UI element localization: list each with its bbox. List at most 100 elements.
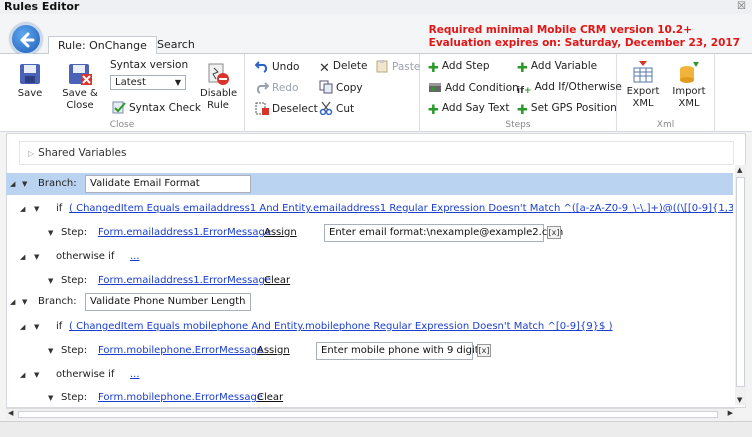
undo-label: Undo bbox=[272, 61, 300, 73]
add-condition-button[interactable]: Add Condition bbox=[428, 80, 519, 95]
syntax-check-label: Syntax Check bbox=[129, 102, 201, 114]
version-notice: Required minimal Mobile CRM version 10.2… bbox=[429, 24, 740, 50]
collapse-icon[interactable]: ◢ bbox=[20, 316, 25, 338]
window-close-icon[interactable]: ☒ bbox=[737, 0, 746, 14]
branch-row[interactable]: ◢ ▼ Branch: Validate Phone Number Length bbox=[6, 291, 733, 313]
xml-group-label: Xml bbox=[656, 120, 675, 130]
horizontal-scrollbar[interactable]: ◀ ▶ bbox=[6, 408, 735, 420]
clear-value-button[interactable]: [x] bbox=[547, 226, 561, 239]
save-close-label-1: Save & bbox=[62, 88, 98, 99]
if-label: if bbox=[56, 321, 63, 332]
vertical-scroll-thumb[interactable] bbox=[736, 177, 745, 387]
cut-button[interactable]: Cut bbox=[319, 101, 354, 116]
syntax-version-label: Syntax version bbox=[110, 59, 189, 71]
step-target-link[interactable]: Form.mobilephone.ErrorMessage bbox=[98, 340, 263, 362]
branch-name-input[interactable]: Validate Email Format bbox=[85, 175, 251, 193]
shared-variables-expander[interactable]: ▷ Shared Variables bbox=[19, 141, 734, 165]
copy-icon bbox=[319, 80, 333, 94]
scroll-up-icon[interactable]: ▲ bbox=[737, 166, 742, 174]
condition-link[interactable]: ( ChangedItem Equals mobilephone And Ent… bbox=[69, 316, 612, 338]
paste-label: Paste bbox=[392, 61, 421, 73]
chevron-down-icon[interactable]: ▼ bbox=[34, 316, 39, 338]
collapse-icon[interactable]: ◢ bbox=[10, 173, 15, 195]
add-variable-button[interactable]: ✚ Add Variable bbox=[517, 59, 597, 76]
tab-search[interactable]: Search bbox=[148, 36, 204, 54]
chevron-down-icon[interactable]: ▼ bbox=[22, 173, 27, 195]
chevron-down-icon[interactable]: ▼ bbox=[48, 387, 53, 408]
step-row[interactable]: ▼ Step: Form.mobilephone.ErrorMessage Cl… bbox=[6, 387, 733, 408]
if-row[interactable]: ◢ ▼ if ( ChangedItem Equals emailaddress… bbox=[6, 198, 733, 220]
scroll-down-icon[interactable]: ▼ bbox=[737, 396, 742, 404]
redo-icon bbox=[256, 82, 269, 94]
deselect-button[interactable]: Deselect bbox=[255, 101, 318, 116]
branch-row[interactable]: ◢ ▼ Branch: Validate Email Format bbox=[6, 173, 733, 195]
otherwise-condition-link[interactable]: ... bbox=[130, 364, 140, 386]
undo-icon bbox=[255, 61, 268, 73]
save-close-button[interactable]: Save & Close bbox=[60, 62, 100, 112]
otherwise-condition-link[interactable]: ... bbox=[130, 246, 140, 268]
step-row[interactable]: ▼ Step: Form.mobilephone.ErrorMessage As… bbox=[6, 340, 733, 362]
otherwise-row[interactable]: ◢ ▼ otherwise if ... bbox=[6, 364, 733, 386]
save-button[interactable]: Save bbox=[14, 62, 46, 100]
step-target-link[interactable]: Form.mobilephone.ErrorMessage bbox=[98, 387, 263, 408]
delete-button[interactable]: ✕ Delete bbox=[319, 59, 367, 76]
chevron-down-icon[interactable]: ▼ bbox=[48, 222, 53, 244]
chevron-down-icon[interactable]: ▼ bbox=[22, 291, 27, 313]
scroll-right-icon[interactable]: ▶ bbox=[728, 409, 733, 417]
vertical-scrollbar[interactable]: ▲ ▼ bbox=[735, 165, 746, 405]
notice-version: Required minimal Mobile CRM version 10.2… bbox=[428, 24, 692, 36]
disable-rule-button[interactable]: Disable Rule bbox=[200, 62, 237, 112]
paste-button[interactable]: Paste bbox=[375, 59, 420, 74]
chevron-down-icon[interactable]: ▼ bbox=[48, 270, 53, 292]
step-target-link[interactable]: Form.emailaddress1.ErrorMessage bbox=[98, 222, 271, 244]
collapse-icon[interactable]: ◢ bbox=[10, 291, 15, 313]
chevron-down-icon[interactable]: ▼ bbox=[34, 364, 39, 386]
collapse-icon[interactable]: ◢ bbox=[20, 246, 25, 268]
step-row[interactable]: ▼ Step: Form.emailaddress1.ErrorMessage … bbox=[6, 270, 733, 292]
step-value-input[interactable]: Enter mobile phone with 9 digits! bbox=[316, 342, 488, 360]
step-value-input[interactable]: Enter email format:\nexample@example2.co… bbox=[324, 224, 563, 242]
chevron-down-icon[interactable]: ▼ bbox=[34, 198, 39, 220]
paste-icon bbox=[376, 60, 388, 73]
tab-rule-onchange[interactable]: Rule: OnChange bbox=[48, 36, 157, 55]
back-button[interactable] bbox=[10, 23, 42, 55]
syntax-version-select[interactable]: Latest ▼ bbox=[110, 75, 186, 90]
import-xml-button[interactable]: Import XML bbox=[671, 60, 707, 110]
shared-variables-label: Shared Variables bbox=[38, 147, 127, 159]
condition-link[interactable]: ( ChangedItem Equals emailaddress1 And E… bbox=[69, 198, 733, 220]
import-xml-label-2: XML bbox=[678, 98, 700, 109]
export-xml-label-2: XML bbox=[632, 98, 654, 109]
step-action-link[interactable]: Assign bbox=[257, 340, 290, 362]
export-xml-button[interactable]: Export XML bbox=[625, 60, 661, 110]
top-bar: Rule: OnChange Search Required minimal M… bbox=[0, 14, 752, 55]
syntax-check-button[interactable]: Syntax Check bbox=[112, 100, 201, 115]
edit-group: Undo Redo Deselect ✕ Delete Copy Cut Past… bbox=[245, 54, 420, 132]
step-action-link[interactable]: Clear bbox=[257, 387, 283, 408]
copy-button[interactable]: Copy bbox=[319, 80, 363, 95]
chevron-down-icon[interactable]: ▼ bbox=[34, 246, 39, 268]
back-arrow-icon bbox=[20, 32, 35, 48]
otherwise-row[interactable]: ◢ ▼ otherwise if ... bbox=[6, 246, 733, 268]
syntax-check-icon bbox=[112, 101, 126, 114]
set-gps-position-button[interactable]: ✚ Set GPS Position bbox=[517, 101, 617, 118]
step-target-link[interactable]: Form.emailaddress1.ErrorMessage bbox=[98, 270, 271, 292]
scroll-left-icon[interactable]: ◀ bbox=[8, 409, 13, 417]
chevron-down-icon[interactable]: ▼ bbox=[48, 340, 53, 362]
delete-icon: ✕ bbox=[319, 61, 330, 76]
if-row[interactable]: ◢ ▼ if ( ChangedItem Equals mobilephone … bbox=[6, 316, 733, 338]
step-action-link[interactable]: Assign bbox=[264, 222, 297, 244]
add-step-button[interactable]: ✚ Add Step bbox=[428, 59, 489, 76]
clear-value-button[interactable]: [x] bbox=[477, 344, 491, 357]
collapse-icon[interactable]: ◢ bbox=[20, 198, 25, 220]
add-if-otherwise-button[interactable]: if+ Add If/Otherwise bbox=[517, 80, 622, 98]
add-say-text-button[interactable]: ✚ Add Say Text bbox=[428, 101, 509, 118]
step-label: Step: bbox=[61, 275, 88, 286]
step-row[interactable]: ▼ Step: Form.emailaddress1.ErrorMessage … bbox=[6, 222, 733, 244]
step-action-link[interactable]: Clear bbox=[264, 270, 290, 292]
horizontal-scroll-thumb[interactable] bbox=[18, 411, 718, 418]
branch-name-input[interactable]: Validate Phone Number Length bbox=[85, 293, 251, 311]
undo-button[interactable]: Undo bbox=[255, 59, 299, 74]
disable-rule-label-2: Rule bbox=[207, 100, 229, 111]
collapse-icon[interactable]: ◢ bbox=[20, 364, 25, 386]
redo-button[interactable]: Redo bbox=[255, 80, 298, 95]
